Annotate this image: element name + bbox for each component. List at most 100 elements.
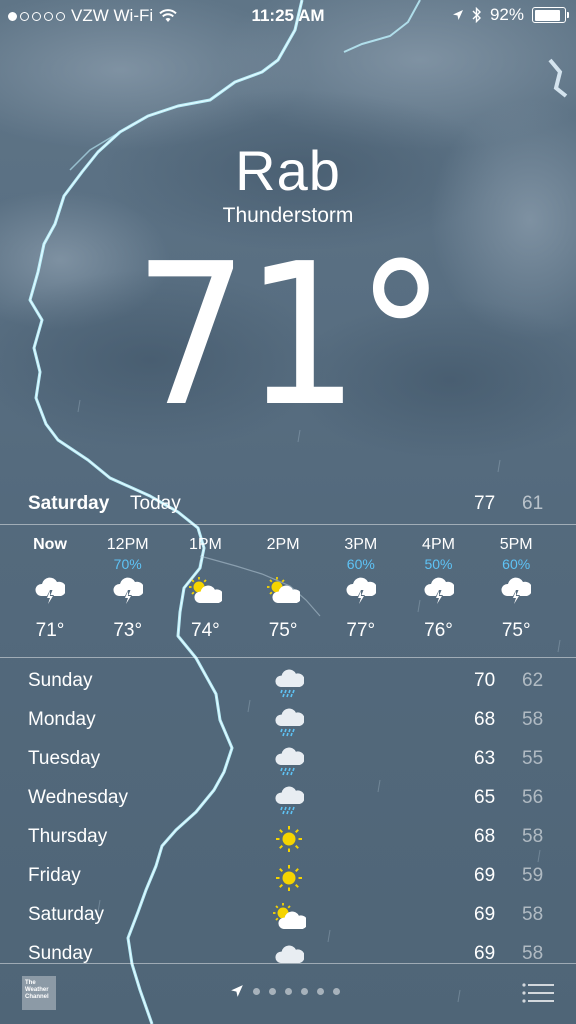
hour-temperature: 73° <box>113 620 143 641</box>
day-high: 68 <box>474 826 496 847</box>
hourly-item: 5PM 60% 75° <box>477 530 555 642</box>
hour-temperature: 75° <box>501 620 531 641</box>
day-name: Monday <box>28 709 96 730</box>
partly-cloudy-icon <box>272 900 306 934</box>
day-high: 68 <box>474 709 496 730</box>
hour-temperature: 71° <box>35 620 65 641</box>
partly-cloudy-icon <box>166 574 244 608</box>
page-dot[interactable] <box>269 987 276 995</box>
hour-label: 1PM <box>188 536 222 553</box>
daily-row: Thursday 68 58 <box>0 820 576 859</box>
hour-label: 2PM <box>266 536 300 553</box>
battery-icon <box>532 7 569 23</box>
day-high: 69 <box>474 865 496 886</box>
page-dot[interactable] <box>285 987 292 995</box>
day-name: Tuesday <box>28 748 101 769</box>
hourly-item: 2PM 75° <box>244 530 322 642</box>
day-low: 62 <box>522 670 544 691</box>
precip-chance: 70% <box>113 556 142 572</box>
rain-icon <box>272 783 306 817</box>
partly-cloudy-icon <box>244 574 322 608</box>
location-arrow-icon <box>452 10 463 20</box>
weather-channel-logo[interactable]: The Weather Channel <box>22 976 56 1010</box>
today-summary: Saturday Today 77 61 <box>0 490 576 524</box>
sun-icon <box>272 861 306 895</box>
hourly-item: 1PM 74° <box>166 530 244 642</box>
hour-temperature: 75° <box>268 620 298 641</box>
day-low: 55 <box>522 748 544 769</box>
day-high: 69 <box>474 904 496 925</box>
location-arrow-icon <box>231 985 243 997</box>
thunderstorm-icon <box>400 574 478 608</box>
page-dot[interactable] <box>253 987 260 995</box>
daily-row: Saturday 69 58 <box>0 898 576 937</box>
precip-chance: 50% <box>424 556 453 572</box>
bluetooth-icon <box>472 7 481 23</box>
day-name: Sunday <box>28 943 93 964</box>
today-low: 61 <box>522 493 544 514</box>
divider <box>0 657 576 658</box>
current-temperature: 71° <box>133 222 446 450</box>
page-indicator[interactable] <box>230 984 340 998</box>
page-dot[interactable] <box>301 987 308 995</box>
hour-label: 5PM <box>499 536 533 553</box>
day-name: Friday <box>28 865 81 886</box>
daily-row: Sunday 70 62 <box>0 664 576 703</box>
bottom-toolbar: The Weather Channel <box>0 964 576 1024</box>
day-low: 58 <box>522 826 544 847</box>
day-name: Thursday <box>28 826 108 847</box>
thunderstorm-icon <box>11 574 89 608</box>
today-label: Today <box>130 493 181 514</box>
precip-chance <box>244 556 322 574</box>
daily-row: Monday 68 58 <box>0 703 576 742</box>
thunderstorm-icon <box>322 574 400 608</box>
hourly-forecast[interactable]: Now 71° 12PM 70% 73° 1PM 74° 2PM 75° 3PM 60%… <box>0 530 576 654</box>
rain-icon <box>272 705 306 739</box>
day-high: 63 <box>474 748 496 769</box>
hourly-item: Now 71° <box>11 530 89 642</box>
today-high: 77 <box>474 493 496 514</box>
hourly-item: 12PM 70% 73° <box>89 530 167 642</box>
hour-temperature: 77° <box>346 620 376 641</box>
today-day: Saturday <box>28 493 110 514</box>
thunderstorm-icon <box>477 574 555 608</box>
day-high: 69 <box>474 943 496 964</box>
day-name: Wednesday <box>28 787 128 808</box>
day-low: 58 <box>522 709 544 730</box>
day-low: 59 <box>522 865 544 886</box>
rain-icon <box>272 666 306 700</box>
precip-chance: 60% <box>346 556 375 572</box>
daily-row: Wednesday 65 56 <box>0 781 576 820</box>
day-name: Saturday <box>28 904 105 925</box>
sun-icon <box>272 822 306 856</box>
day-high: 65 <box>474 787 496 808</box>
rain-icon <box>272 744 306 778</box>
hour-label: Now <box>33 536 67 553</box>
precip-chance: 60% <box>502 556 531 572</box>
daily-row: Tuesday 63 55 <box>0 742 576 781</box>
hour-temperature: 74° <box>191 620 220 641</box>
status-bar: VZW Wi-Fi 11:25 AM 92% <box>0 0 576 30</box>
city-name: Rab <box>235 139 341 202</box>
day-low: 58 <box>522 904 544 925</box>
daily-forecast[interactable]: Sunday 70 62 Monday 68 58 Tuesday 63 55 Wed… <box>0 664 576 964</box>
daily-row: Friday 69 59 <box>0 859 576 898</box>
battery-percent: 92% <box>489 5 524 24</box>
hour-label: 12PM <box>106 536 149 553</box>
day-low: 56 <box>522 787 544 808</box>
divider <box>0 524 576 525</box>
hourly-item: 3PM 60% 77° <box>322 530 400 642</box>
thunderstorm-icon <box>89 574 167 608</box>
hour-temperature: 76° <box>424 620 453 641</box>
day-high: 70 <box>474 670 496 691</box>
day-low: 58 <box>522 943 544 964</box>
precip-chance <box>166 556 244 574</box>
hour-label: 3PM <box>344 536 378 553</box>
page-dot[interactable] <box>317 987 324 995</box>
precip-chance <box>11 556 89 574</box>
page-dot[interactable] <box>333 987 340 995</box>
city-list-icon[interactable] <box>522 982 554 1004</box>
day-name: Sunday <box>28 670 93 691</box>
hourly-item: 4PM 50% 76° <box>400 530 478 642</box>
hour-label: 4PM <box>422 536 455 553</box>
